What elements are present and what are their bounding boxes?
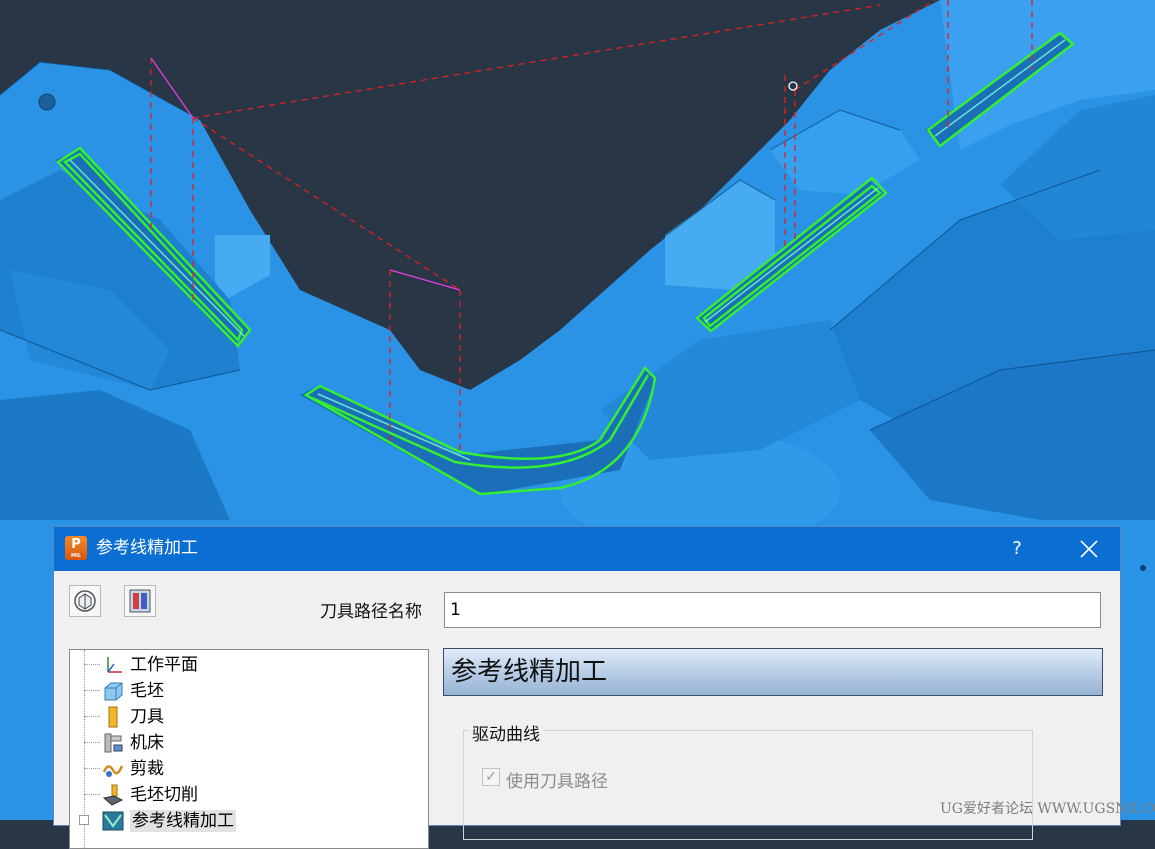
pattern-finishing-dialog: PMIL 参考线精加工 ? 刀具路径名称 工作平面 毛坯 刀具 xyxy=(53,526,1121,849)
tree-item-limit[interactable]: 剪裁 xyxy=(70,756,410,782)
strategy-tree: 工作平面 毛坯 刀具 机床 剪裁 毛坯切削 参考线精加工 xyxy=(69,649,429,849)
powermill-app-icon: P MIL xyxy=(65,536,87,560)
help-button[interactable]: ? xyxy=(1002,533,1032,565)
machine-icon xyxy=(104,733,123,753)
tree-expander[interactable] xyxy=(79,815,89,825)
workplane-icon xyxy=(107,657,122,673)
layers-icon xyxy=(129,589,151,613)
toolpath-name-input[interactable] xyxy=(444,592,1101,628)
block-icon xyxy=(104,682,123,701)
tree-item-stock-cut[interactable]: 毛坯切削 xyxy=(70,782,410,808)
tree-item-pattern-finishing[interactable]: 参考线精加工 xyxy=(70,808,410,834)
tree-item-block[interactable]: 毛坯 xyxy=(70,678,410,704)
stock-cut-icon xyxy=(102,784,124,806)
calculate-icon xyxy=(74,590,96,612)
pattern-finishing-icon xyxy=(102,811,124,831)
use-toolpath-checkbox[interactable]: ✓ xyxy=(482,768,500,786)
use-toolpath-label: 使用刀具路径 xyxy=(506,772,608,792)
watermark: UG爱好者论坛 WWW.UGSNX.COM xyxy=(940,801,1155,817)
dialog-title: 参考线精加工 xyxy=(96,538,198,558)
close-button[interactable] xyxy=(1068,532,1108,566)
drive-curve-group-title: 驱动曲线 xyxy=(469,720,543,745)
strategy-page-title: 参考线精加工 xyxy=(451,657,608,687)
limit-icon xyxy=(102,765,124,777)
tree-item-tool[interactable]: 刀具 xyxy=(70,704,410,730)
tree-item-workplane[interactable]: 工作平面 xyxy=(70,652,410,678)
tree-item-machine[interactable]: 机床 xyxy=(70,730,410,756)
layers-button[interactable] xyxy=(124,585,156,617)
calculate-button[interactable] xyxy=(69,585,101,617)
tool-icon xyxy=(108,706,118,728)
strategy-page-header: 参考线精加工 xyxy=(443,648,1103,696)
dialog-titlebar[interactable]: P MIL 参考线精加工 ? xyxy=(54,527,1120,571)
close-icon xyxy=(1080,540,1098,558)
toolpath-name-label: 刀具路径名称 xyxy=(320,602,422,622)
